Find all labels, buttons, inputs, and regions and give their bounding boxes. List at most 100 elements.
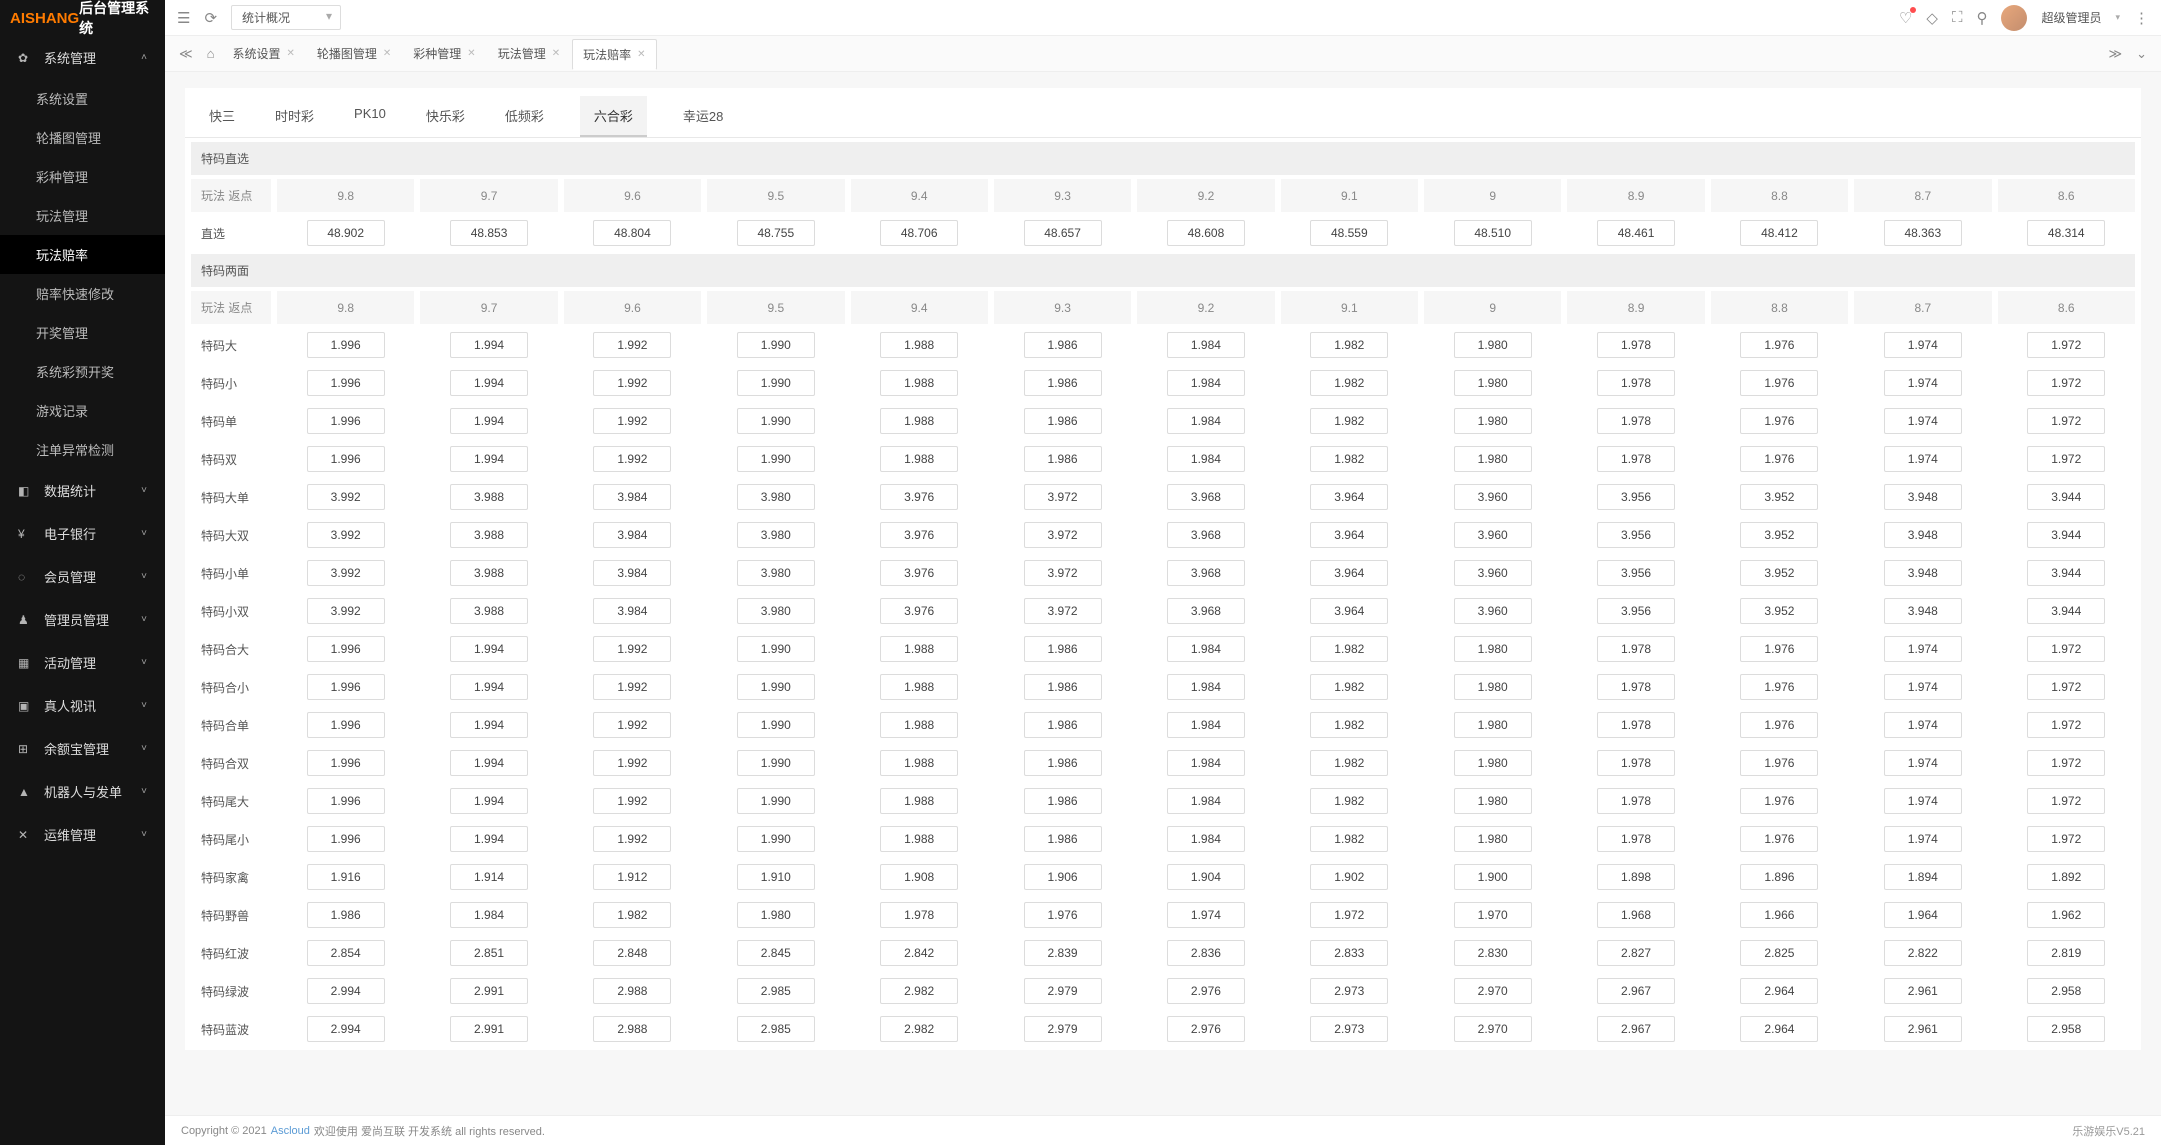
odds-input[interactable] (1310, 484, 1388, 510)
odds-input[interactable] (593, 560, 671, 586)
odds-input[interactable] (1597, 788, 1675, 814)
odds-input[interactable] (1024, 636, 1102, 662)
odds-input[interactable] (2027, 220, 2105, 246)
odds-input[interactable] (737, 408, 815, 434)
odds-input[interactable] (307, 370, 385, 396)
odds-input[interactable] (1884, 408, 1962, 434)
odds-input[interactable] (1740, 522, 1818, 548)
odds-input[interactable] (2027, 902, 2105, 928)
odds-input[interactable] (880, 750, 958, 776)
odds-input[interactable] (593, 940, 671, 966)
odds-input[interactable] (1167, 598, 1245, 624)
sidebar-group[interactable]: ¥电子银行˅ (0, 512, 165, 555)
odds-input[interactable] (593, 446, 671, 472)
odds-input[interactable] (1740, 826, 1818, 852)
odds-input[interactable] (1597, 902, 1675, 928)
home-icon[interactable]: ⌂ (201, 46, 221, 61)
sidebar-item[interactable]: 玩法管理 (0, 196, 165, 235)
inner-tab[interactable]: 幸运28 (679, 96, 727, 137)
odds-input[interactable] (1167, 560, 1245, 586)
odds-input[interactable] (1740, 712, 1818, 738)
tabs-dropdown-icon[interactable]: ⌄ (2130, 46, 2153, 62)
odds-input[interactable] (450, 864, 528, 890)
odds-input[interactable] (1740, 446, 1818, 472)
odds-input[interactable] (1740, 674, 1818, 700)
close-icon[interactable]: ✕ (552, 48, 560, 59)
page-tab[interactable]: 玩法赔率✕ (572, 39, 656, 70)
odds-input[interactable] (1454, 902, 1532, 928)
odds-input[interactable] (307, 560, 385, 586)
odds-input[interactable] (307, 408, 385, 434)
odds-input[interactable] (593, 1016, 671, 1042)
odds-input[interactable] (1024, 598, 1102, 624)
odds-input[interactable] (450, 750, 528, 776)
page-tab[interactable]: 玩法管理✕ (488, 38, 570, 69)
odds-input[interactable] (450, 408, 528, 434)
odds-input[interactable] (737, 978, 815, 1004)
page-tab[interactable]: 系统设置✕ (222, 38, 304, 69)
sidebar-item[interactable]: 彩种管理 (0, 157, 165, 196)
odds-input[interactable] (1454, 750, 1532, 776)
odds-input[interactable] (1884, 484, 1962, 510)
odds-input[interactable] (1167, 674, 1245, 700)
sidebar-item[interactable]: 游戏记录 (0, 391, 165, 430)
footer-link[interactable]: Ascloud (271, 1125, 310, 1137)
odds-input[interactable] (1454, 712, 1532, 738)
odds-input[interactable] (1024, 446, 1102, 472)
odds-input[interactable] (1167, 750, 1245, 776)
sidebar-item[interactable]: 轮播图管理 (0, 118, 165, 157)
odds-input[interactable] (1024, 560, 1102, 586)
odds-input[interactable] (737, 1016, 815, 1042)
odds-input[interactable] (1740, 370, 1818, 396)
odds-input[interactable] (593, 332, 671, 358)
odds-input[interactable] (1024, 712, 1102, 738)
odds-input[interactable] (1310, 788, 1388, 814)
odds-input[interactable] (1310, 636, 1388, 662)
odds-input[interactable] (1884, 1016, 1962, 1042)
odds-input[interactable] (880, 636, 958, 662)
odds-input[interactable] (880, 674, 958, 700)
odds-input[interactable] (1310, 978, 1388, 1004)
odds-input[interactable] (737, 598, 815, 624)
odds-input[interactable] (307, 978, 385, 1004)
odds-input[interactable] (593, 674, 671, 700)
odds-input[interactable] (450, 446, 528, 472)
odds-input[interactable] (1740, 902, 1818, 928)
odds-input[interactable] (307, 864, 385, 890)
odds-input[interactable] (593, 826, 671, 852)
sidebar-group[interactable]: ◌会员管理˅ (0, 555, 165, 598)
odds-input[interactable] (307, 712, 385, 738)
odds-input[interactable] (737, 446, 815, 472)
odds-input[interactable] (737, 220, 815, 246)
odds-input[interactable] (1454, 370, 1532, 396)
odds-input[interactable] (1597, 560, 1675, 586)
close-icon[interactable]: ✕ (286, 48, 294, 59)
odds-input[interactable] (1454, 940, 1532, 966)
tabs-next-icon[interactable]: ≫ (2102, 46, 2128, 62)
page-tab[interactable]: 彩种管理✕ (403, 38, 485, 69)
odds-input[interactable] (307, 674, 385, 700)
odds-input[interactable] (1454, 1016, 1532, 1042)
odds-input[interactable] (2027, 826, 2105, 852)
odds-input[interactable] (593, 864, 671, 890)
odds-input[interactable] (2027, 408, 2105, 434)
odds-input[interactable] (1024, 1016, 1102, 1042)
odds-input[interactable] (1597, 712, 1675, 738)
odds-input[interactable] (1024, 940, 1102, 966)
odds-input[interactable] (450, 788, 528, 814)
odds-input[interactable] (2027, 940, 2105, 966)
more-icon[interactable]: ⋮ (2134, 9, 2149, 27)
odds-input[interactable] (880, 522, 958, 548)
odds-input[interactable] (1024, 332, 1102, 358)
odds-input[interactable] (1740, 1016, 1818, 1042)
odds-input[interactable] (1884, 220, 1962, 246)
sidebar-item[interactable]: 玩法赔率 (0, 235, 165, 274)
odds-input[interactable] (1597, 332, 1675, 358)
fullscreen-icon[interactable]: ⛶ (1952, 9, 1963, 26)
user-caret-icon[interactable]: ▾ (2115, 12, 2120, 23)
odds-input[interactable] (2027, 788, 2105, 814)
odds-input[interactable] (1454, 446, 1532, 472)
odds-input[interactable] (880, 1016, 958, 1042)
odds-input[interactable] (1167, 220, 1245, 246)
odds-input[interactable] (737, 826, 815, 852)
